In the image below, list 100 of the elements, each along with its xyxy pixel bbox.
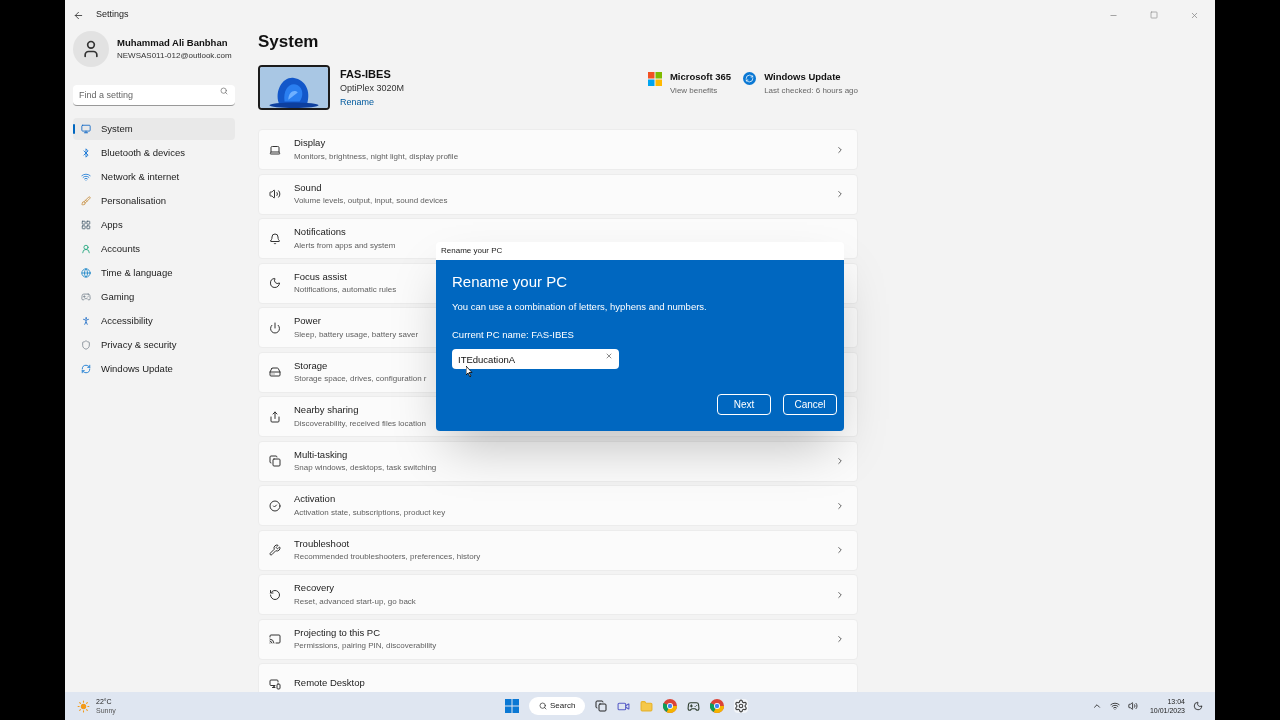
- setting-subtitle: Snap windows, desktops, task switching: [294, 462, 437, 475]
- setting-title: Activation: [294, 492, 336, 507]
- power-icon: [269, 321, 281, 334]
- wifi-icon[interactable]: [1109, 701, 1120, 711]
- setting-title: Sound: [294, 180, 322, 195]
- settings-icon[interactable]: [734, 699, 749, 713]
- setting-subtitle: Sleep, battery usage, battery saver: [294, 328, 419, 341]
- taskbar-search[interactable]: Search: [529, 697, 586, 715]
- dialog-button[interactable]: Cancel: [783, 394, 837, 415]
- remote-desktop-icon: [269, 677, 281, 690]
- apps-icon: [81, 220, 91, 230]
- task-view-icon[interactable]: [595, 700, 608, 712]
- setting-subtitle: Activation state, subscriptions, product key: [294, 506, 446, 519]
- brush-icon: [81, 196, 91, 206]
- search-icon: [539, 702, 547, 710]
- globe-icon: [81, 268, 91, 278]
- wrench-icon: [269, 544, 281, 556]
- sidebar-item[interactable]: Gaming: [73, 286, 235, 308]
- setting-title: Display: [294, 136, 326, 151]
- focus-icon[interactable]: [1193, 701, 1203, 711]
- device-name: FAS-IBES: [340, 66, 392, 82]
- quick-link-title[interactable]: Windows Update: [764, 70, 841, 85]
- setting-title: Recovery: [294, 581, 335, 596]
- drive-icon: [269, 366, 281, 378]
- sidebar-item[interactable]: Privacy & security: [73, 334, 235, 356]
- windows-logo-icon: [647, 72, 662, 87]
- setting-subtitle: Notifications, automatic rules: [294, 284, 397, 297]
- browser-icon[interactable]: [710, 699, 725, 713]
- dialog-button[interactable]: Next: [717, 394, 771, 415]
- device-model: OptiPlex 3020M: [340, 82, 405, 96]
- laptop-icon: [269, 143, 281, 156]
- setting-subtitle: Permissions, pairing PIN, discoverability: [294, 640, 437, 653]
- search-icon: [220, 87, 228, 95]
- setting-title: Nearby sharing: [294, 403, 359, 418]
- sun-icon: [77, 699, 90, 713]
- sidebar-item[interactable]: Accounts: [73, 238, 235, 260]
- page-title: System: [258, 31, 320, 53]
- back-icon[interactable]: [73, 9, 84, 21]
- cast-icon: [269, 633, 281, 645]
- clear-icon[interactable]: [605, 351, 613, 360]
- browser-icon[interactable]: [663, 699, 678, 713]
- shield-icon: [81, 340, 91, 350]
- setting-subtitle: Reset, advanced start-up, go back: [294, 595, 416, 608]
- setting-title: Projecting to this PC: [294, 625, 381, 640]
- close-icon[interactable]: [1190, 10, 1199, 20]
- recovery-icon: [269, 588, 281, 601]
- user-email: NEWSAS011-012@outlook.com: [117, 50, 232, 63]
- current-name-label: Current PC name: FAS-IBES: [452, 328, 575, 343]
- sidebar-item[interactable]: Bluetooth & devices: [73, 142, 235, 164]
- dialog-heading: Rename your PC: [452, 272, 569, 292]
- setting-title: Troubleshoot: [294, 536, 350, 551]
- setting-subtitle: Discoverability, received files location: [294, 417, 426, 430]
- share-icon: [269, 410, 281, 423]
- sidebar-item[interactable]: Apps: [73, 214, 235, 236]
- setting-subtitle: Volume levels, output, input, sound devices: [294, 195, 448, 208]
- setting-subtitle: Recommended troubleshooters, preferences, history: [294, 551, 481, 564]
- setting-title: Power: [294, 314, 321, 329]
- settings-row[interactable]: Activation Activation state, subscriptions, product key: [258, 485, 858, 526]
- setting-title: Multi-tasking: [294, 447, 348, 462]
- sidebar-item[interactable]: Accessibility: [73, 310, 235, 332]
- settings-row[interactable]: Recovery Reset, advanced start-up, go back: [258, 574, 858, 615]
- sidebar-item[interactable]: Network & internet: [73, 166, 235, 188]
- quick-link-title[interactable]: Microsoft 365: [669, 70, 732, 85]
- settings-row[interactable]: Sound Volume levels, output, input, sound devices: [258, 173, 858, 215]
- bluetooth-icon: [81, 148, 91, 158]
- wifi-icon: [81, 172, 91, 182]
- refresh-icon: [81, 364, 91, 374]
- settings-row[interactable]: Remote Desktop: [258, 663, 858, 692]
- setting-title: Remote Desktop: [294, 676, 365, 691]
- sidebar-item[interactable]: Time & language: [73, 262, 235, 284]
- update-icon: [743, 72, 757, 86]
- settings-row[interactable]: Troubleshoot Recommended troubleshooters, preferences, history: [258, 529, 858, 571]
- rename-link[interactable]: Rename: [340, 95, 405, 110]
- window-title: Settings: [96, 8, 129, 22]
- setting-title: Storage: [294, 358, 328, 373]
- sidebar-item[interactable]: Windows Update: [73, 358, 235, 380]
- speaker-icon: [269, 188, 281, 200]
- monitor-icon: [81, 124, 91, 134]
- volume-icon[interactable]: [1127, 701, 1138, 711]
- settings-row[interactable]: Display Monitors, brightness, night light, display profile: [258, 129, 858, 170]
- cursor-icon: [466, 366, 473, 377]
- check-circle-icon: [269, 499, 281, 512]
- setting-subtitle: Monitors, brightness, night light, display profile: [294, 150, 459, 163]
- sidebar-item[interactable]: System: [73, 118, 235, 140]
- search-field[interactable]: Find a setting: [73, 85, 235, 106]
- setting-subtitle: Storage space, drives, configuration r: [294, 373, 427, 386]
- settings-row[interactable]: Projecting to this PC Permissions, pairing PIN, discoverability: [258, 618, 858, 660]
- quick-link-subtitle: View benefits: [669, 84, 718, 97]
- bell-icon: [269, 232, 281, 245]
- name-input[interactable]: ITEducationA: [452, 349, 619, 369]
- gamepad-icon: [81, 292, 91, 302]
- setting-title: Notifications: [294, 225, 346, 240]
- accessibility-icon: [81, 316, 91, 326]
- dialog-title: Rename your PC: [441, 245, 503, 257]
- sidebar-item[interactable]: Personalisation: [73, 190, 235, 212]
- windows-start-icon[interactable]: [505, 699, 519, 713]
- avatar: [73, 31, 109, 67]
- dialog-message: You can use a combination of letters, hyphens and numbers.: [452, 300, 708, 314]
- settings-row[interactable]: Multi-tasking Snap windows, desktops, task switching: [258, 440, 858, 482]
- user-name: Muhammad Ali Banbhan: [117, 35, 229, 50]
